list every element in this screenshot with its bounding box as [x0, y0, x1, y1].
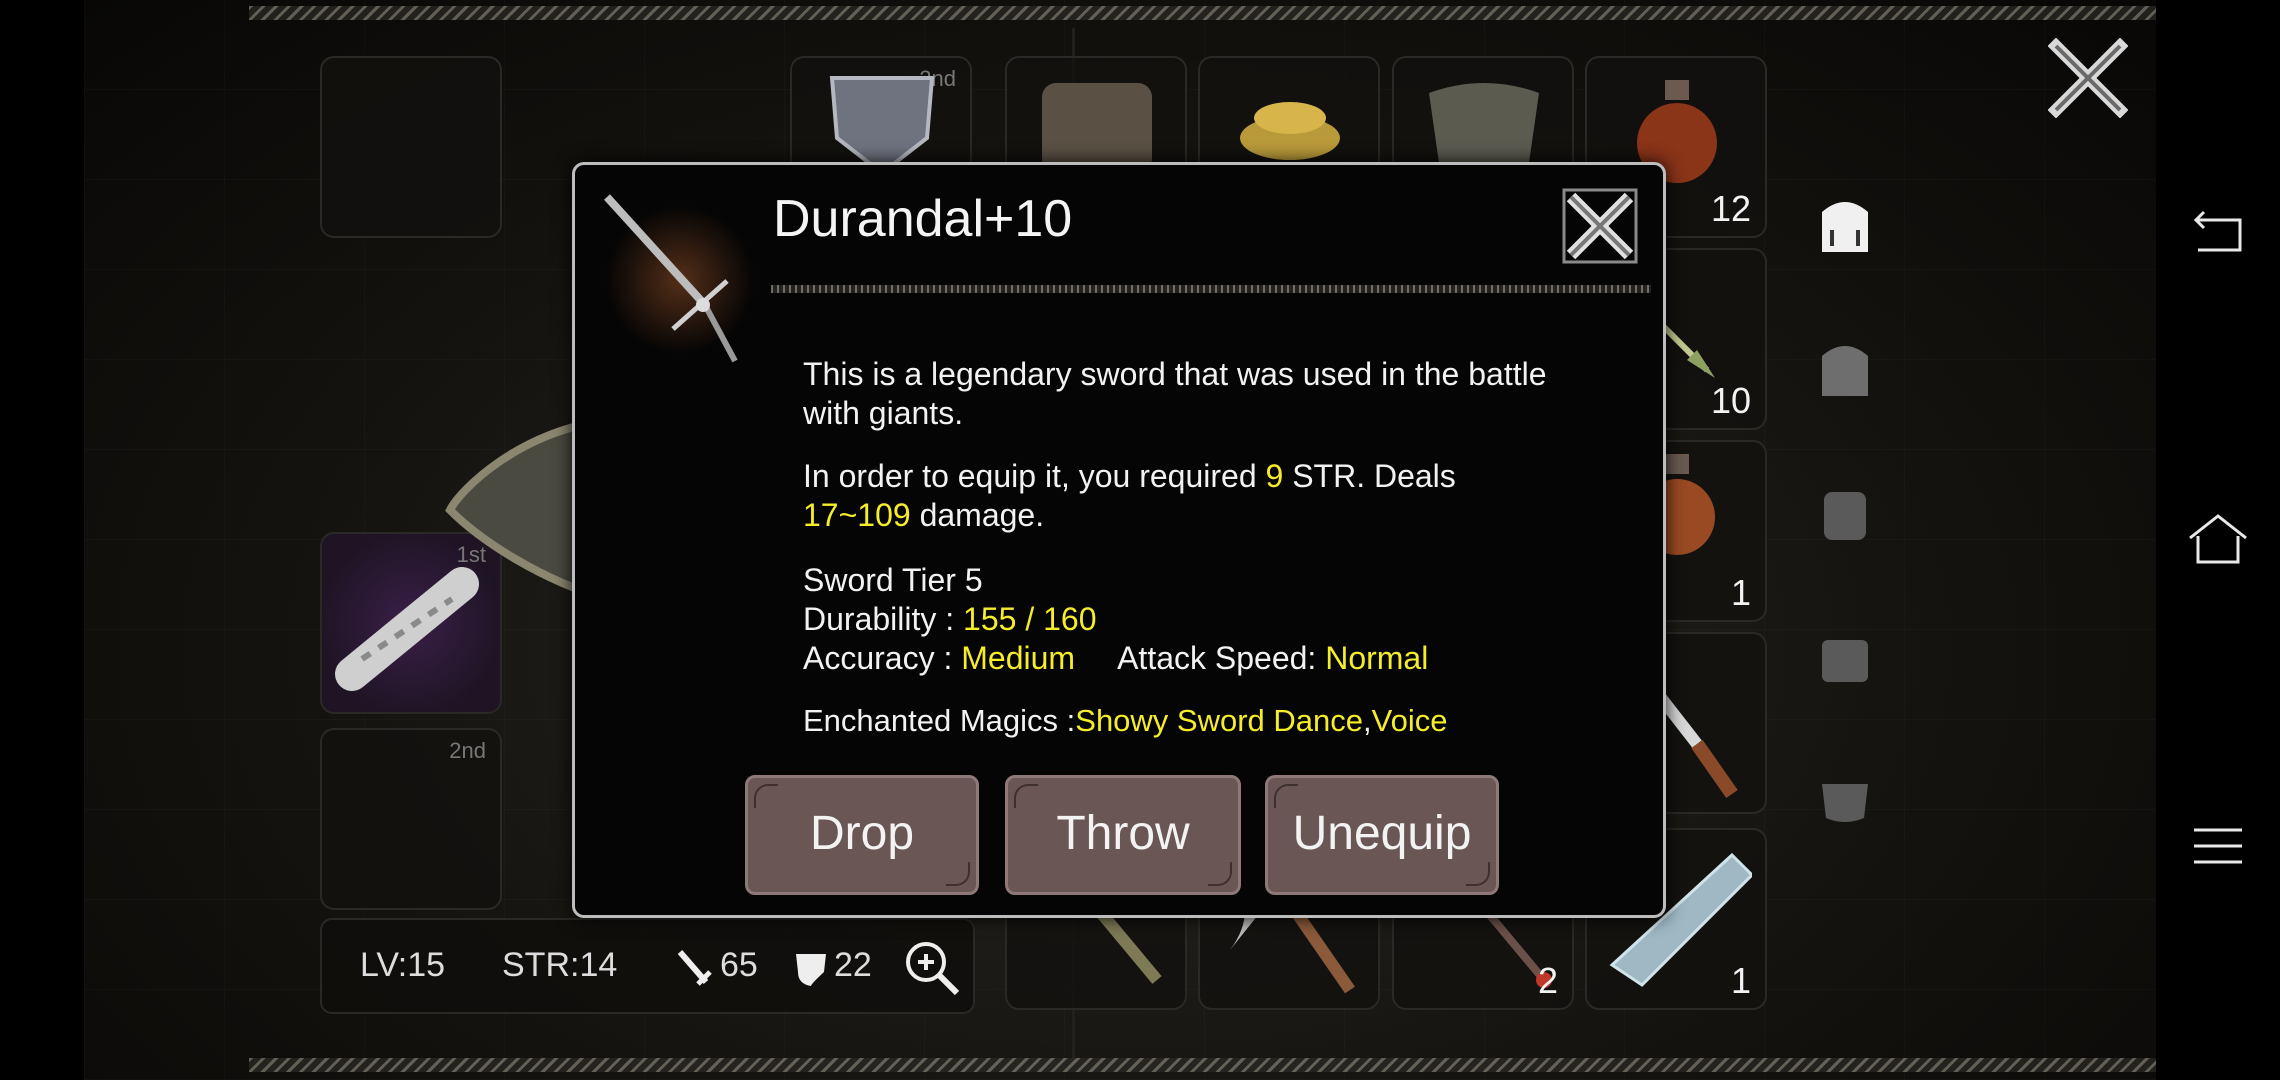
strength-stat: STR:14	[502, 946, 618, 984]
shield-icon	[796, 954, 826, 986]
bag-tab-2[interactable]	[1810, 334, 1880, 404]
character-stats-bar: LV:15 STR:14 65 22	[320, 918, 975, 1014]
sword-icon	[677, 950, 712, 986]
satchel-icon	[1822, 640, 1868, 682]
attack-speed-value: Normal	[1325, 640, 1429, 676]
item-image	[595, 185, 755, 375]
defense-stat: 22	[834, 946, 872, 984]
unequip-button[interactable]: Unequip	[1265, 775, 1499, 895]
top-border-ornament	[249, 6, 2156, 20]
menu-button[interactable]	[2184, 812, 2252, 880]
bag-tab-1[interactable]	[1810, 190, 1880, 260]
bag-tab-3[interactable]	[1810, 478, 1880, 548]
sack-icon	[1822, 784, 1868, 822]
zoom-in-icon[interactable]	[902, 938, 962, 998]
close-icon	[2047, 37, 2129, 119]
equip-slot-armor-2nd[interactable]: 2nd	[320, 728, 502, 910]
back-button[interactable]	[2184, 200, 2252, 268]
durability-value: 155 / 160	[963, 601, 1097, 637]
item-quantity: 10	[1710, 380, 1751, 421]
bag-tab-5[interactable]	[1810, 764, 1880, 834]
system-navigation-bar	[2156, 0, 2280, 1080]
accuracy-value: Medium	[961, 640, 1076, 676]
level-stat: LV:15	[360, 946, 446, 984]
item-tier: Sword Tier 5	[803, 562, 983, 598]
home-icon	[2189, 514, 2247, 564]
item-quantity: 2	[1537, 960, 1558, 1001]
menu-icon	[2194, 828, 2242, 864]
item-detail-dialog: Durandal+10 This is a legendary sword th…	[572, 162, 1666, 918]
attack-stat: 65	[720, 946, 758, 984]
item-quantity: 12	[1710, 188, 1751, 229]
backpack-icon	[1822, 202, 1868, 252]
drop-button[interactable]: Drop	[745, 775, 979, 895]
item-quantity: 1	[1730, 572, 1751, 613]
bag-icon	[1824, 492, 1866, 540]
throw-button[interactable]: Throw	[1005, 775, 1241, 895]
bag-tab-4[interactable]	[1810, 622, 1880, 692]
title-divider	[771, 285, 1651, 293]
close-inventory-button[interactable]	[2047, 37, 2129, 119]
item-requirement: In order to equip it, you required 9 STR…	[803, 458, 1456, 533]
back-icon	[2193, 210, 2242, 252]
item-description: This is a legendary sword that was used …	[803, 356, 1547, 431]
slot-tag: 2nd	[449, 738, 486, 763]
home-button[interactable]	[2184, 506, 2252, 574]
bottom-border-ornament	[249, 1058, 2156, 1072]
close-dialog-button[interactable]	[1561, 187, 1639, 265]
pouch-icon	[1822, 346, 1868, 396]
close-icon	[1562, 188, 1638, 264]
sword-item-icon	[604, 194, 738, 363]
item-quantity: 1	[1730, 960, 1751, 1001]
gold-coins-icon	[1240, 102, 1340, 160]
item-enchantments: Enchanted Magics :Showy Sword Dance,Voic…	[803, 703, 1448, 738]
equip-slot-empty[interactable]	[320, 56, 502, 238]
item-title: Durandal+10	[773, 190, 1073, 248]
item-stats: Sword Tier 5 Durability : 155 / 160 Accura…	[803, 562, 1429, 676]
sack-item-icon	[1429, 83, 1539, 163]
